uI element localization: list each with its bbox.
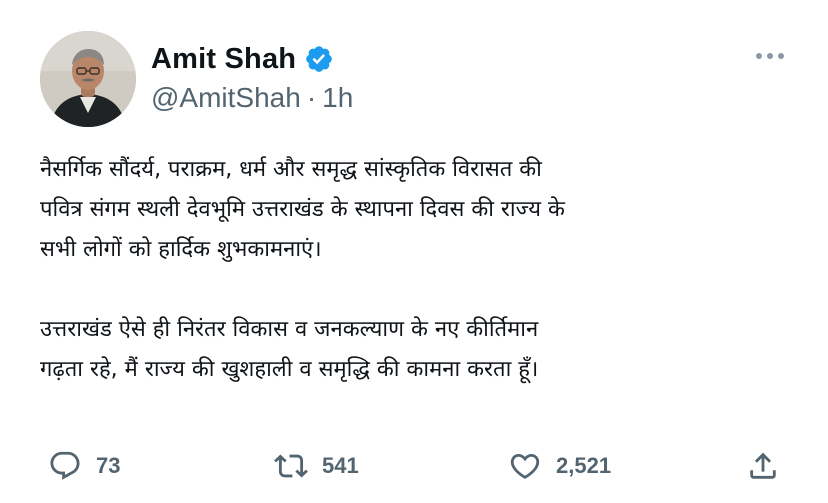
reply-button[interactable]: 73 [48,449,120,483]
tweet-line: उत्तराखंड ऐसे ही निरंतर विकास व जनकल्याण… [40,317,539,342]
tweet-line: पवित्र संगम स्थली देवभूमि उत्तराखंड के स… [40,197,565,222]
handle-row: @AmitShah · 1h [151,82,353,114]
reply-icon [48,449,82,483]
more-dot [756,53,762,59]
tweet-text: नैसर्गिक सौंदर्य, पराक्रम, धर्म और समृद्… [40,150,800,390]
handle[interactable]: @AmitShah [151,82,301,114]
like-button[interactable]: 2,521 [508,449,611,483]
tweet-line: गढ़ता रहे, मैं राज्य की खुशहाली व समृद्ध… [40,357,539,382]
avatar-image [40,31,136,127]
display-name[interactable]: Amit Shah [151,43,296,76]
verified-badge-icon [304,44,334,74]
more-icon[interactable] [756,50,784,62]
share-button[interactable] [746,449,780,483]
more-dot [778,53,784,59]
share-icon [746,449,780,483]
tweet-line: नैसर्गिक सौंदर्य, पराक्रम, धर्म और समृद्… [40,157,542,182]
handle-time-separator: · [306,82,317,113]
reply-count: 73 [96,453,121,478]
heart-icon [508,449,542,483]
avatar[interactable] [40,31,136,127]
timestamp[interactable]: 1h [322,82,353,114]
retweet-icon [274,449,308,483]
author-block: Amit Shah @AmitShah · 1h [151,40,353,114]
tweet-line: सभी लोगों को हार्दिक शुभकामनाएं। [40,237,322,262]
name-row: Amit Shah [151,40,353,78]
retweet-count: 541 [322,453,359,478]
like-count: 2,521 [556,453,612,478]
retweet-button[interactable]: 541 [274,449,359,483]
more-dot [767,53,773,59]
action-bar: 73 541 2,521 [48,446,780,486]
